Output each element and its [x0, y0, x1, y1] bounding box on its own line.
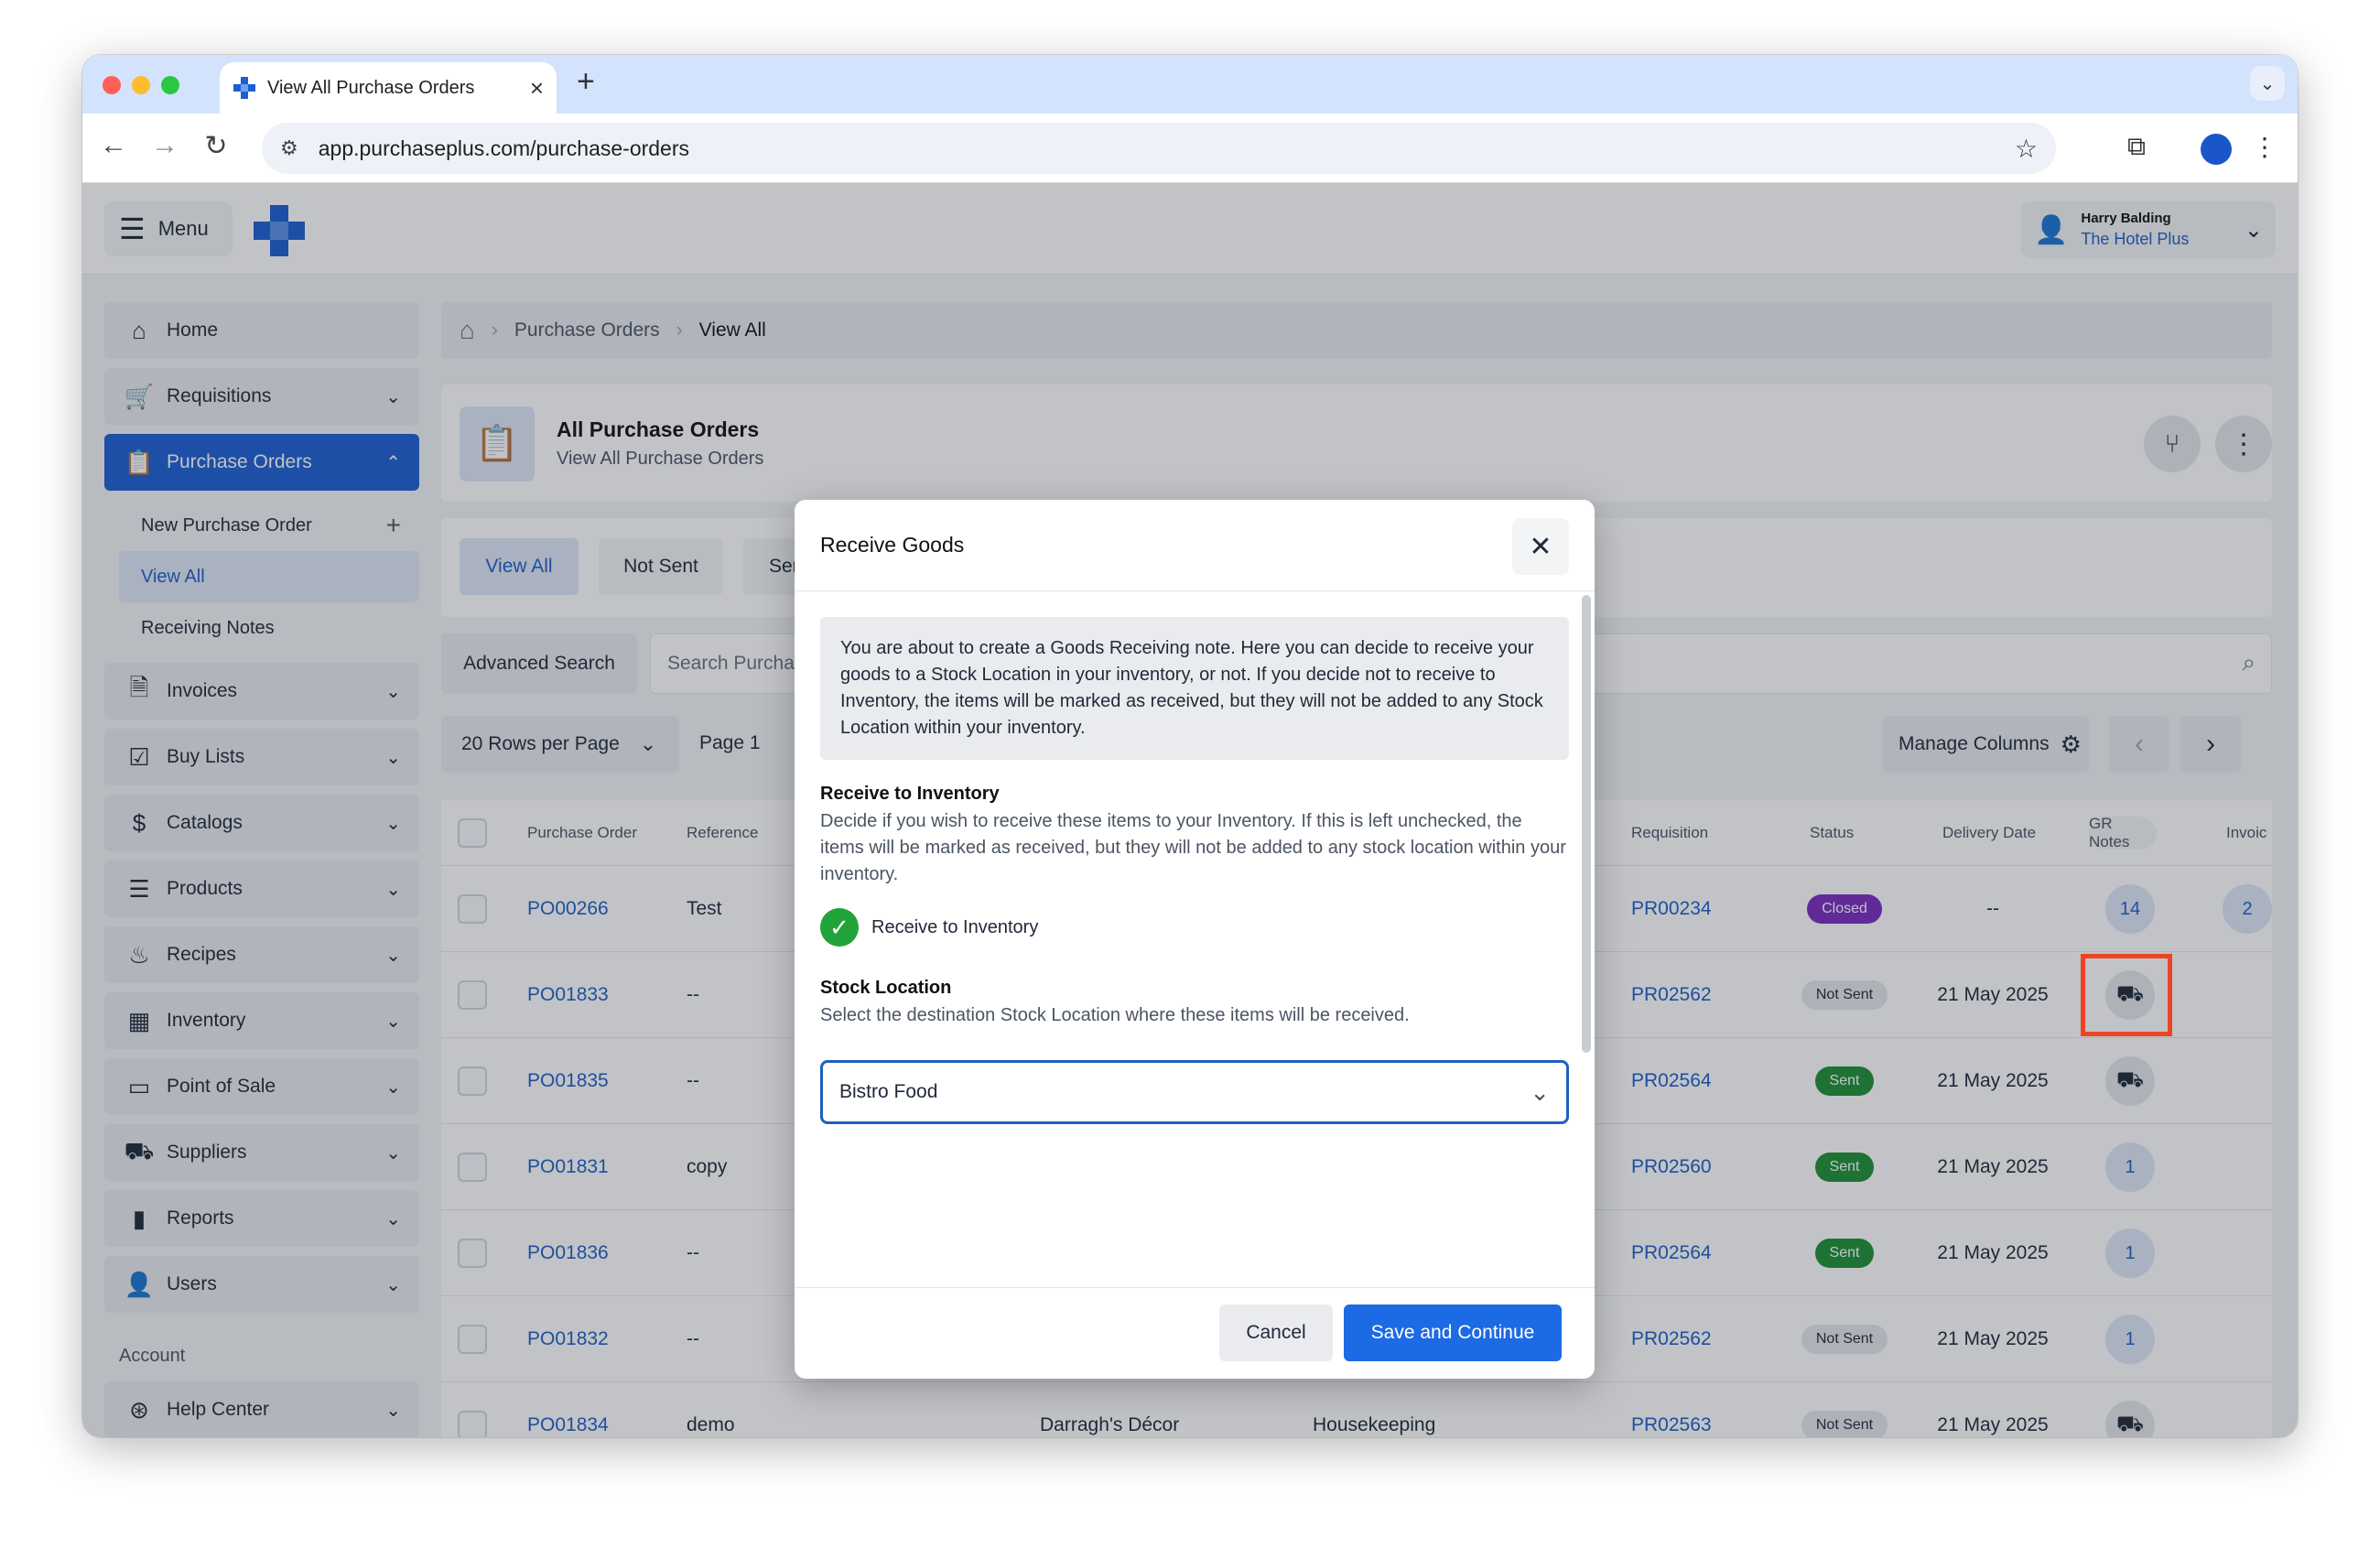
receive-goods-modal: Receive Goods ✕ You are about to create … — [795, 500, 1595, 1379]
tab-strip: View All Purchase Orders × + ⌄ — [82, 55, 2298, 114]
chevron-down-icon: ⌄ — [1530, 1077, 1550, 1106]
close-icon[interactable]: ✕ — [1512, 518, 1569, 575]
browser-toolbar: ← → ↻ ⚙ app.purchaseplus.com/purchase-or… — [82, 114, 2298, 183]
inventory-section-title: Receive to Inventory — [820, 784, 1000, 804]
modal-scrollbar[interactable] — [1582, 595, 1591, 1053]
reload-icon[interactable]: ↻ — [198, 130, 234, 162]
forward-icon[interactable]: → — [146, 130, 183, 161]
stock-location-select[interactable]: Bistro Food ⌄ — [820, 1060, 1569, 1124]
browser-window: View All Purchase Orders × + ⌄ ← → ↻ ⚙ a… — [82, 55, 2298, 1437]
checkmark-icon: ✓ — [820, 908, 859, 947]
modal-footer: Cancel Save and Continue — [795, 1287, 1595, 1379]
extensions-icon[interactable]: ⧉ — [2127, 132, 2146, 162]
maximize-window-icon[interactable] — [161, 76, 179, 94]
browser-tab[interactable]: View All Purchase Orders × — [220, 62, 557, 114]
tab-search-icon[interactable]: ⌄ — [2250, 66, 2285, 101]
address-bar[interactable]: ⚙ app.purchaseplus.com/purchase-orders ☆ — [262, 123, 2056, 174]
save-and-continue-button[interactable]: Save and Continue — [1344, 1304, 1562, 1361]
bookmark-star-icon[interactable]: ☆ — [2015, 134, 2038, 164]
modal-title: Receive Goods — [820, 533, 965, 557]
stock-location-title: Stock Location — [820, 978, 952, 998]
new-tab-icon[interactable]: + — [577, 64, 595, 100]
receive-notice: You are about to create a Goods Receivin… — [820, 617, 1569, 760]
receive-to-inventory-checkbox[interactable]: ✓ Receive to Inventory — [820, 908, 1569, 947]
cancel-button[interactable]: Cancel — [1219, 1304, 1333, 1361]
back-icon[interactable]: ← — [95, 130, 132, 161]
inventory-section-description: Decide if you wish to receive these item… — [820, 811, 1566, 884]
app-area: ☰ Menu 👤 Harry Balding The Hotel Plus ⌄ … — [82, 183, 2298, 1437]
site-settings-icon[interactable]: ⚙ — [280, 136, 298, 160]
profile-avatar-icon[interactable] — [2201, 134, 2232, 165]
tab-title: View All Purchase Orders — [267, 77, 475, 98]
checkbox-label: Receive to Inventory — [871, 916, 1039, 937]
stock-location-value: Bistro Food — [839, 1081, 938, 1102]
favicon-icon — [233, 77, 255, 99]
minimize-window-icon[interactable] — [132, 76, 150, 94]
browser-menu-icon[interactable]: ⋮ — [2252, 132, 2277, 162]
stock-location-description: Select the destination Stock Location wh… — [820, 1005, 1410, 1025]
close-tab-icon[interactable]: × — [530, 74, 544, 103]
close-window-icon[interactable] — [103, 76, 121, 94]
url-text: app.purchaseplus.com/purchase-orders — [318, 135, 690, 160]
modal-header: Receive Goods — [795, 500, 1595, 591]
modal-body: You are about to create a Goods Receivin… — [795, 591, 1595, 1150]
